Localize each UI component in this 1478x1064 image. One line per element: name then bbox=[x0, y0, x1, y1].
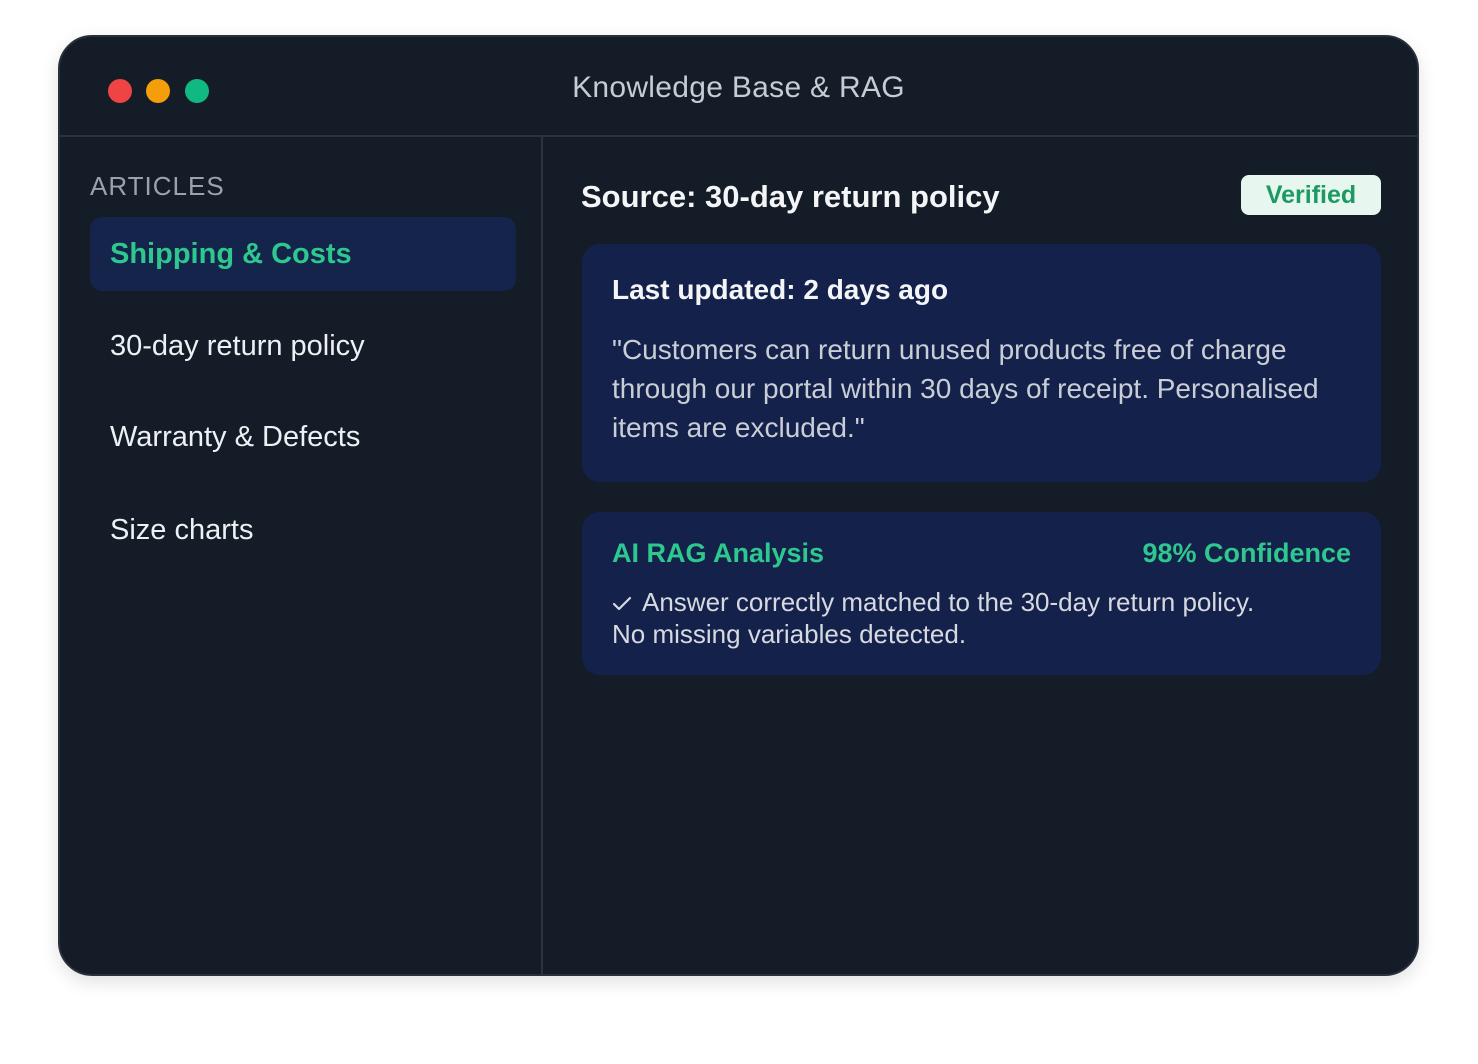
last-updated-label: Last updated: 2 days ago bbox=[612, 274, 949, 305]
analysis-line-2: No missing variables detected. bbox=[612, 619, 967, 649]
sidebar-item-return-policy[interactable]: 30-day return policy bbox=[90, 309, 516, 383]
articles-sidebar: ARTICLES Shipping & Costs 30-day return … bbox=[60, 137, 543, 974]
analysis-result: Answer correctly matched to the 30-day r… bbox=[612, 586, 1362, 650]
title-bar: Knowledge Base & RAG bbox=[60, 37, 1417, 137]
app-window: Knowledge Base & RAG ARTICLES Shipping &… bbox=[58, 35, 1419, 976]
checkmark-icon bbox=[612, 586, 634, 618]
rag-analysis-card: AI RAG Analysis 98% Confidence Answer co… bbox=[582, 512, 1381, 675]
confidence-score: 98% Confidence bbox=[1142, 538, 1351, 568]
source-card: Last updated: 2 days ago "Customers can … bbox=[582, 244, 1381, 482]
source-title: Source: 30-day return policy bbox=[581, 179, 1000, 214]
analysis-line-1: Answer correctly matched to the 30-day r… bbox=[612, 586, 1362, 618]
sidebar-heading: ARTICLES bbox=[90, 171, 225, 201]
sidebar-item-label: 30-day return policy bbox=[110, 329, 365, 362]
sidebar-item-warranty-defects[interactable]: Warranty & Defects bbox=[90, 400, 516, 474]
analysis-line-1-text: Answer correctly matched to the 30-day r… bbox=[642, 587, 1255, 617]
main-content: Source: 30-day return policy Verified La… bbox=[543, 137, 1417, 974]
sidebar-item-size-charts[interactable]: Size charts bbox=[90, 493, 516, 567]
sidebar-item-label: Warranty & Defects bbox=[110, 420, 361, 453]
analysis-title: AI RAG Analysis bbox=[612, 538, 825, 568]
source-quote: "Customers can return unused products fr… bbox=[612, 334, 1319, 443]
sidebar-item-label: Size charts bbox=[110, 513, 254, 546]
sidebar-item-shipping-costs[interactable]: Shipping & Costs bbox=[90, 217, 516, 291]
window-title: Knowledge Base & RAG bbox=[572, 71, 905, 104]
sidebar-item-label: Shipping & Costs bbox=[110, 237, 352, 270]
verified-badge: Verified bbox=[1241, 175, 1381, 215]
